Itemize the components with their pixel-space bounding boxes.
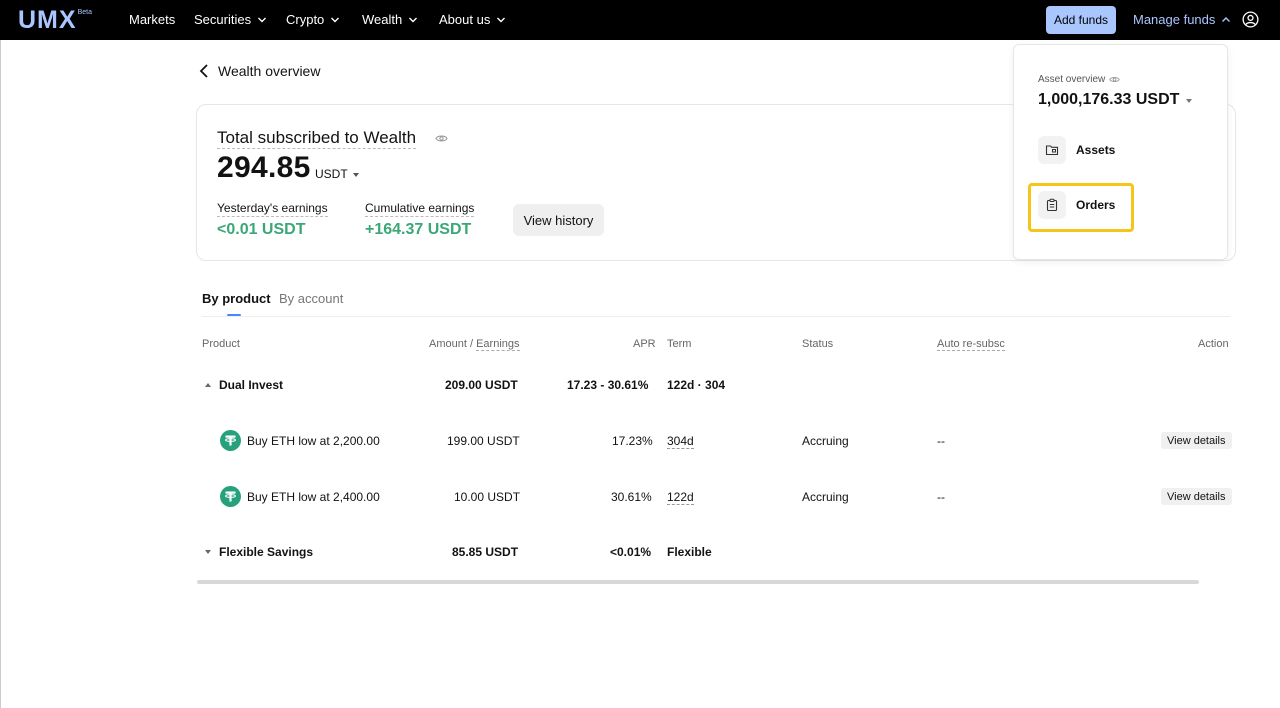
group-name: Dual Invest <box>219 378 284 392</box>
user-icon[interactable] <box>1242 11 1259 28</box>
page-left-border <box>0 40 1 708</box>
product-amount: 199.00 USDT <box>447 434 520 448</box>
nav-crypto-label: Crypto <box>286 12 325 27</box>
view-history-button[interactable]: View history <box>513 204 604 236</box>
col-separator: / <box>466 338 477 350</box>
view-details-button[interactable]: View details <box>1161 432 1232 449</box>
col-term: Term <box>667 338 692 350</box>
eye-icon[interactable] <box>435 132 448 145</box>
yesterday-earnings-value: <0.01 USDT <box>217 221 306 238</box>
group-term: 122d · 304 <box>667 378 726 392</box>
col-product: Product <box>202 338 240 350</box>
view-details-button[interactable]: View details <box>1161 488 1232 505</box>
assets-label: Assets <box>1076 143 1116 157</box>
product-name[interactable]: Buy ETH low at 2,400.00 <box>247 490 380 504</box>
chevron-left-icon <box>199 64 208 78</box>
summary-amount: 294.85 <box>217 151 311 184</box>
logo[interactable]: UMX Beta <box>18 6 92 34</box>
product-apr: 30.61% <box>611 490 652 504</box>
logo-beta-badge: Beta <box>77 9 92 16</box>
folder-icon <box>1038 136 1066 164</box>
chevron-down-icon <box>409 17 418 23</box>
yesterday-earnings-label: Yesterday's earnings <box>217 201 328 217</box>
product-term: 304d <box>667 434 694 449</box>
manage-funds-label: Manage funds <box>1133 12 1216 27</box>
nav-securities-label: Securities <box>194 12 252 27</box>
product-status: Accruing <box>802 434 849 448</box>
nav-crypto[interactable]: Crypto <box>286 11 340 29</box>
nav-markets-label: Markets <box>129 12 176 27</box>
col-auto-resubscribe: Auto re-subsc <box>937 338 1005 351</box>
col-apr: APR <box>633 338 656 350</box>
view-tabs: By product By account <box>202 291 1230 317</box>
group-name: Flexible Savings <box>219 545 314 559</box>
nav-markets[interactable]: Markets <box>129 11 175 29</box>
nav-about-us[interactable]: About us <box>439 11 506 29</box>
col-auto-label: Auto re-subsc <box>937 338 1005 351</box>
group-amount: 209.00 USDT <box>445 378 518 392</box>
expand-icon <box>205 550 211 554</box>
top-nav: UMX Beta Markets Securities Crypto Wealt… <box>0 0 1280 40</box>
nav-securities[interactable]: Securities <box>194 11 267 29</box>
caret-down-icon <box>1186 99 1193 103</box>
collapse-icon <box>205 383 211 387</box>
chevron-up-icon <box>1222 17 1231 22</box>
cumulative-earnings-value: +164.37 USDT <box>365 221 472 238</box>
product-term: 122d <box>667 490 694 505</box>
product-amount: 10.00 USDT <box>454 490 521 504</box>
group-apr: 17.23 - 30.61% <box>567 378 649 392</box>
active-tab-indicator <box>227 314 241 316</box>
product-auto-resubscribe: -- <box>937 434 945 448</box>
summary-title: Total subscribed to Wealth <box>217 128 417 149</box>
product-name[interactable]: Buy ETH low at 2,200.00 <box>247 434 380 448</box>
nav-wealth-label: Wealth <box>362 12 403 27</box>
tether-icon <box>220 430 241 451</box>
group-apr: <0.01% <box>610 545 652 559</box>
page-title: Wealth overview <box>218 63 321 79</box>
tether-icon <box>220 486 241 507</box>
asset-overview-label-row: Asset overview <box>1038 74 1120 85</box>
col-action: Action <box>1198 338 1229 350</box>
cumulative-earnings-label: Cumulative earnings <box>365 201 475 217</box>
asset-overview-amount[interactable]: 1,000,176.33 USDT <box>1038 91 1193 109</box>
chevron-down-icon <box>258 17 267 23</box>
asset-overview-label: Asset overview <box>1038 74 1106 85</box>
currency-selector[interactable]: USDT <box>315 167 359 181</box>
manage-funds-menu[interactable]: Manage funds <box>1133 11 1231 29</box>
asset-amount-value: 1,000,176.33 USDT <box>1038 91 1180 108</box>
orders-highlight-box <box>1028 183 1134 232</box>
nav-wealth[interactable]: Wealth <box>362 11 418 29</box>
caret-down-icon <box>352 173 359 177</box>
currency-label: USDT <box>315 167 348 181</box>
tab-by-account[interactable]: By account <box>279 291 343 306</box>
add-funds-button[interactable]: Add funds <box>1046 6 1116 34</box>
tab-by-product[interactable]: By product <box>202 291 271 306</box>
horizontal-scrollbar[interactable] <box>197 580 1199 584</box>
col-earnings: Earnings <box>476 338 520 351</box>
group-flexible-savings[interactable]: Flexible Savings <box>205 545 313 559</box>
eye-icon[interactable] <box>1109 74 1120 85</box>
back-navigation[interactable]: Wealth overview <box>198 62 320 80</box>
dropdown-item-assets[interactable]: Assets <box>1038 136 1115 164</box>
group-term: Flexible <box>667 545 712 559</box>
logo-text: UMX <box>18 6 77 34</box>
group-dual-invest[interactable]: Dual Invest <box>205 378 283 392</box>
chevron-down-icon <box>497 17 506 23</box>
product-status: Accruing <box>802 490 849 504</box>
product-auto-resubscribe: -- <box>937 490 945 504</box>
col-amount: Amount <box>429 338 467 350</box>
chevron-down-icon <box>331 17 340 23</box>
col-amount-earnings: Amount / Earnings <box>429 338 520 351</box>
group-amount: 85.85 USDT <box>452 545 519 559</box>
product-apr: 17.23% <box>612 434 653 448</box>
nav-about-us-label: About us <box>439 12 491 27</box>
col-status: Status <box>802 338 834 350</box>
